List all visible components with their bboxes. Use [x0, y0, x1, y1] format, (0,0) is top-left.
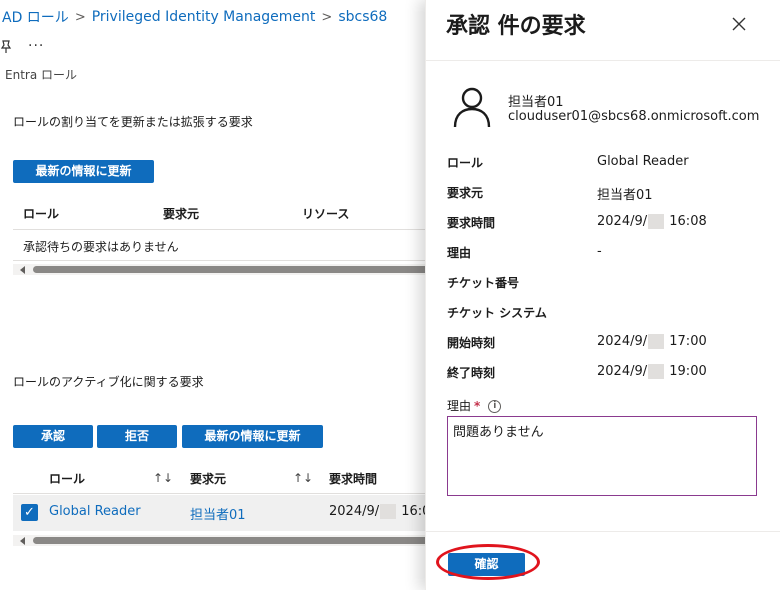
end-time-date: 2024/9/ [597, 364, 648, 379]
breadcrumb-separator: > [74, 9, 86, 25]
request-time-date: 2024/9/ [597, 214, 648, 229]
detail-value-end-time: 2024/9/ 19:00 [597, 364, 707, 379]
table-row-divider [13, 260, 430, 261]
detail-label-end-time: 終了時刻 [447, 366, 496, 380]
table-header-divider [13, 493, 430, 494]
column-header-role[interactable]: ロール [49, 470, 85, 487]
redacted-block [648, 334, 665, 349]
scrollbar-thumb[interactable] [33, 266, 430, 273]
panel-footer-divider [426, 531, 780, 532]
refresh-button-2[interactable]: 最新の情報に更新 [182, 425, 323, 448]
reason-textarea[interactable]: 問題ありません [447, 416, 757, 496]
detail-label-role: ロール [447, 156, 484, 170]
required-asterisk: * [474, 399, 481, 413]
breadcrumb-item-pim[interactable]: Privileged Identity Management [92, 9, 316, 25]
refresh-button[interactable]: 最新の情報に更新 [13, 160, 154, 183]
reason-field-label: 理由 * i [447, 397, 502, 414]
row-request-time-date: 2024/9/ [329, 504, 380, 519]
breadcrumb-item-ad-roles[interactable]: AD ロール [2, 7, 69, 27]
detail-value-start-time: 2024/9/ 17:00 [597, 334, 707, 349]
sort-icon[interactable]: ↑↓ [153, 471, 173, 485]
detail-label-ticket-number: チケット番号 [447, 276, 520, 290]
pim-requests-page: AD ロール > Privileged Identity Management > sb… [0, 0, 430, 590]
sort-icon[interactable]: ↑↓ [293, 471, 313, 485]
breadcrumb-item-tenant[interactable]: sbcs68 [338, 9, 387, 25]
reason-label-text: 理由 [447, 399, 472, 413]
detail-value-requester: 担当者01 [597, 188, 653, 203]
user-avatar-icon [452, 86, 492, 132]
start-time-clock: 17:00 [669, 334, 707, 349]
column-header-resource[interactable]: リソース [302, 205, 349, 222]
breadcrumb-separator: > [321, 9, 333, 25]
column-header-request-time[interactable]: 要求時間 [329, 470, 377, 487]
approve-button[interactable]: 承認 [13, 425, 93, 448]
start-time-date: 2024/9/ [597, 334, 648, 349]
redacted-block [648, 214, 665, 229]
table-header-divider [13, 229, 430, 230]
detail-label-requester: 要求元 [447, 186, 484, 200]
user-name: 担当者01 [508, 95, 564, 110]
redacted-block [648, 364, 665, 379]
highlight-annotation-circle [436, 544, 540, 580]
detail-label-ticket-system: チケット システム [447, 306, 547, 320]
detail-label-reason: 理由 [447, 246, 472, 260]
panel-header-divider [426, 60, 780, 61]
panel-title: 承認 件の要求 [446, 14, 586, 39]
user-email: clouduser01@sbcs68.onmicrosoft.com [508, 109, 760, 124]
page-subtitle: Entra ロール [5, 68, 77, 82]
info-icon[interactable]: i [488, 400, 502, 413]
redacted-block [380, 504, 397, 519]
detail-value-reason: - [597, 244, 602, 259]
scrollbar-thumb[interactable] [33, 537, 430, 544]
empty-state-text: 承認待ちの要求はありません [23, 240, 179, 254]
row-checkbox[interactable]: ✓ [21, 504, 38, 521]
row-requester-link[interactable]: 担当者01 [190, 504, 246, 523]
detail-value-role: Global Reader [597, 154, 689, 169]
row-request-time: 2024/9/ 16:0 [329, 504, 430, 519]
detail-label-start-time: 開始時刻 [447, 336, 496, 350]
close-icon[interactable] [732, 12, 746, 36]
column-header-role[interactable]: ロール [23, 205, 59, 222]
request-time-clock: 16:08 [669, 214, 707, 229]
scroll-left-arrow-icon[interactable] [20, 537, 25, 545]
section-title-extend-requests: ロールの割り当てを更新または拡張する要求 [13, 115, 253, 129]
section-title-activation-requests: ロールのアクティブ化に関する要求 [13, 375, 204, 389]
row-role-link[interactable]: Global Reader [49, 504, 141, 519]
approve-request-panel: 承認 件の要求 担当者01 clouduser01@sbcs68.onmicro… [425, 0, 780, 590]
end-time-clock: 19:00 [669, 364, 707, 379]
more-options-button[interactable]: ··· [28, 38, 44, 54]
detail-value-request-time: 2024/9/ 16:08 [597, 214, 707, 229]
pin-icon[interactable] [0, 40, 12, 58]
deny-button[interactable]: 拒否 [97, 425, 177, 448]
scroll-left-arrow-icon[interactable] [20, 266, 25, 274]
column-header-requester[interactable]: 要求元 [163, 205, 199, 222]
detail-label-request-time: 要求時間 [447, 216, 496, 230]
breadcrumb: AD ロール > Privileged Identity Management > sb… [2, 7, 387, 27]
column-header-requester[interactable]: 要求元 [190, 470, 226, 487]
